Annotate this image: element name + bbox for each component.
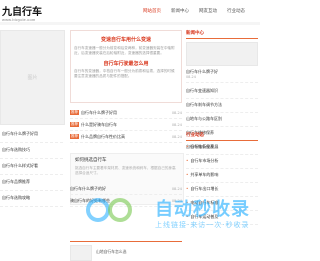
list-item[interactable]: 山地车与公路车区别 bbox=[186, 113, 258, 127]
list-item[interactable]: 自行车什么样式好看 bbox=[0, 159, 63, 175]
nav-home[interactable]: 网站首页 bbox=[138, 5, 166, 17]
list-item[interactable]: 骑自行车的好处有哪些 08-24 bbox=[70, 195, 182, 207]
list-item[interactable]: 自行车变速器知识 bbox=[186, 85, 258, 99]
site-header: 九自行车 www.bicycle.com 网站首页 新闻中心 网友互动 行业动态 bbox=[0, 0, 260, 23]
image-icon: 图片 bbox=[27, 75, 38, 81]
hot-article-title[interactable]: 变速自行车用什么变速 bbox=[74, 36, 178, 43]
right-sidebar-industry: 行业动态 自行车行业发展 自行车市场分析 共享单车的影响 自行车出口增长 电动自… bbox=[186, 132, 258, 225]
divider bbox=[0, 22, 260, 25]
hot-article-excerpt: 自行车变速器一般分为前变和后变两种，前变速器安装在中轴附近，后变速器安装在后轮轴… bbox=[74, 46, 175, 55]
news-feature[interactable]: 自行车什么牌子好 08-24 bbox=[186, 66, 258, 83]
nav-industry[interactable]: 行业动态 bbox=[222, 5, 250, 17]
recommend-badge: 推荐 bbox=[70, 122, 79, 127]
featured-article-excerpt: 挑选自行车主要看车架材质、变速系统和刹车，根据自己的身高选择合适尺寸。 bbox=[75, 166, 176, 175]
list-item[interactable]: 自行车市场分析 bbox=[186, 155, 258, 169]
left-image-placeholder[interactable]: 图片 bbox=[0, 30, 65, 125]
section-header-news: 新闻中心 bbox=[186, 30, 258, 39]
list-item[interactable]: 自行车运动普及 bbox=[186, 211, 258, 225]
interact-article-title[interactable]: 山地自行车怎么选 bbox=[96, 245, 126, 260]
thumbnail-image[interactable] bbox=[70, 245, 92, 261]
article-list-2: 自行车什么牌子的好 08-24 骑自行车的好处有哪些 08-24 bbox=[70, 183, 182, 207]
section-header-industry: 行业动态 bbox=[186, 132, 258, 141]
main-nav: 网站首页 新闻中心 网友互动 行业动态 bbox=[138, 5, 250, 17]
list-item[interactable]: 自行车出口增长 bbox=[186, 183, 258, 197]
hot-article-subtitle[interactable]: 自行车行驶最怎么用 bbox=[74, 60, 178, 67]
left-article-list: 自行车什么牌子好用 自行车选购技巧 自行车什么样式好看 自行车品牌推荐 自行车选… bbox=[0, 127, 63, 207]
featured-article-title[interactable]: 如何挑选自行车 bbox=[71, 154, 183, 166]
list-item[interactable]: 自行车什么牌子好用 bbox=[0, 127, 63, 143]
list-item[interactable]: 推荐 什么是好骑车自行车 08-24 bbox=[70, 119, 182, 131]
list-item[interactable]: 电动自行车标准 bbox=[186, 197, 258, 211]
list-item[interactable]: 自行车行业发展 bbox=[186, 141, 258, 155]
news-thumbnail[interactable] bbox=[186, 42, 258, 66]
list-item[interactable]: 自行车什么牌子的好 08-24 bbox=[70, 183, 182, 195]
hot-article-card[interactable]: 变速自行车用什么变速 自行车变速器一般分为前变和后变两种，前变速器安装在中轴附近… bbox=[70, 30, 182, 103]
list-item[interactable]: 自行车选购技巧 bbox=[0, 143, 63, 159]
nav-news[interactable]: 新闻中心 bbox=[166, 5, 194, 17]
recommend-badge: 推荐 bbox=[70, 134, 79, 139]
recommend-list: 推荐 自行车什么牌子好用 08-24 推荐 什么是好骑车自行车 08-24 推荐… bbox=[70, 107, 182, 143]
list-item[interactable]: 自行车选购攻略 bbox=[0, 191, 63, 207]
nav-interact[interactable]: 网友互动 bbox=[194, 5, 222, 17]
hot-article-excerpt-2: 自行车的变速器，中档自行车一般分为前拨和后拨，选择的时候要注意变速器的品质与配件… bbox=[74, 69, 175, 78]
list-item[interactable]: 推荐 什么品牌自行车性价比高 08-24 bbox=[70, 131, 182, 143]
recommend-badge: 推荐 bbox=[70, 110, 79, 115]
list-item[interactable]: 自行车刹车调节方法 bbox=[186, 99, 258, 113]
interact-row[interactable]: 山地自行车怎么选 bbox=[70, 245, 182, 261]
section-header-interact: 网友互动 bbox=[70, 235, 182, 252]
list-item[interactable]: 推荐 自行车什么牌子好用 08-24 bbox=[70, 107, 182, 119]
list-item[interactable]: 自行车品牌推荐 bbox=[0, 175, 63, 191]
site-logo[interactable]: 九自行车 www.bicycle.com bbox=[2, 3, 42, 22]
main-column: 变速自行车用什么变速 自行车变速器一般分为前变和后变两种，前变速器安装在中轴附近… bbox=[70, 30, 182, 143]
list-item[interactable]: 共享单车的影响 bbox=[186, 169, 258, 183]
